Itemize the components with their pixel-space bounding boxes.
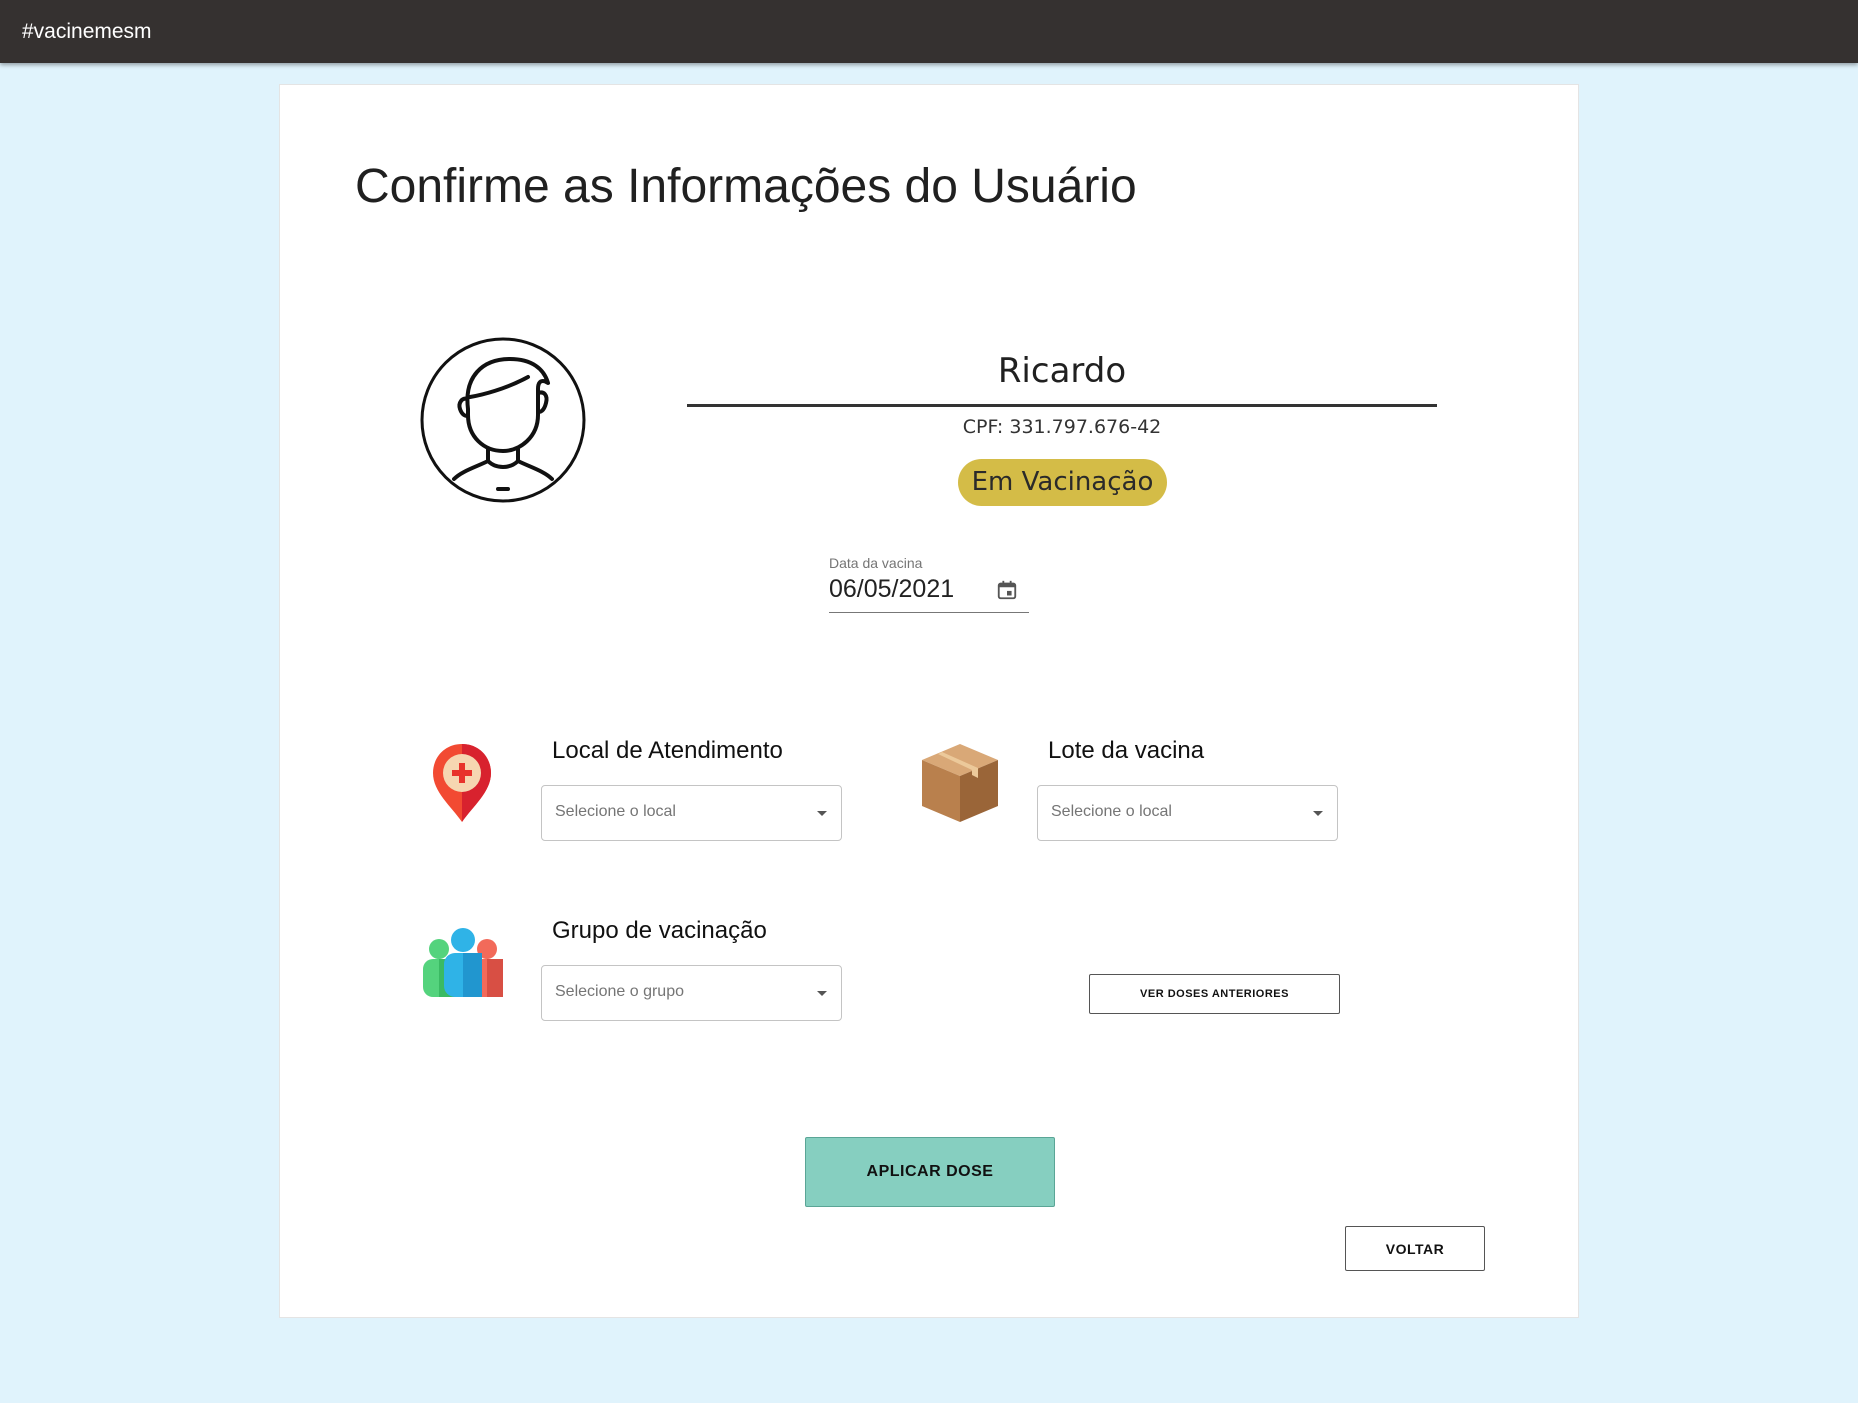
vaccine-date-label: Data da vacina [829,555,923,571]
box-icon [922,744,998,822]
vaccine-date-input[interactable]: 06/05/2021 [829,575,954,604]
people-group-icon [423,928,503,997]
calendar-icon[interactable] [996,579,1018,601]
local-select[interactable]: Selecione o local [541,785,842,841]
name-divider [687,404,1437,407]
user-name: Ricardo [997,351,1127,391]
lote-select-placeholder: Selecione o local [1051,803,1172,820]
local-label: Local de Atendimento [552,737,783,764]
user-avatar-icon [420,337,586,503]
previous-doses-button[interactable]: VER DOSES ANTERIORES [1089,974,1340,1014]
chevron-down-icon[interactable] [1313,811,1323,816]
status-badge: Em Vacinação [958,459,1167,506]
grupo-label: Grupo de vacinação [552,917,767,944]
user-confirmation-card: Confirme as Informações do Usuário Ricar… [279,84,1579,1318]
location-pin-icon [433,744,491,822]
apply-dose-button[interactable]: APLICAR DOSE [805,1137,1055,1207]
page-title: Confirme as Informações do Usuário [355,160,1137,213]
grupo-select-placeholder: Selecione o grupo [555,983,684,1000]
vaccine-date-field[interactable]: Data da vacina 06/05/2021 [829,555,1029,613]
local-select-placeholder: Selecione o local [555,803,676,820]
lote-select[interactable]: Selecione o local [1037,785,1338,841]
chevron-down-icon[interactable] [817,991,827,996]
user-cpf: CPF: 331.797.676-42 [962,416,1162,438]
lote-label: Lote da vacina [1048,737,1205,764]
back-button[interactable]: VOLTAR [1345,1226,1485,1271]
grupo-select[interactable]: Selecione o grupo [541,965,842,1021]
app-brand[interactable]: #vacinemesm [22,20,152,44]
chevron-down-icon[interactable] [817,811,827,816]
top-app-bar: #vacinemesm [0,0,1858,63]
